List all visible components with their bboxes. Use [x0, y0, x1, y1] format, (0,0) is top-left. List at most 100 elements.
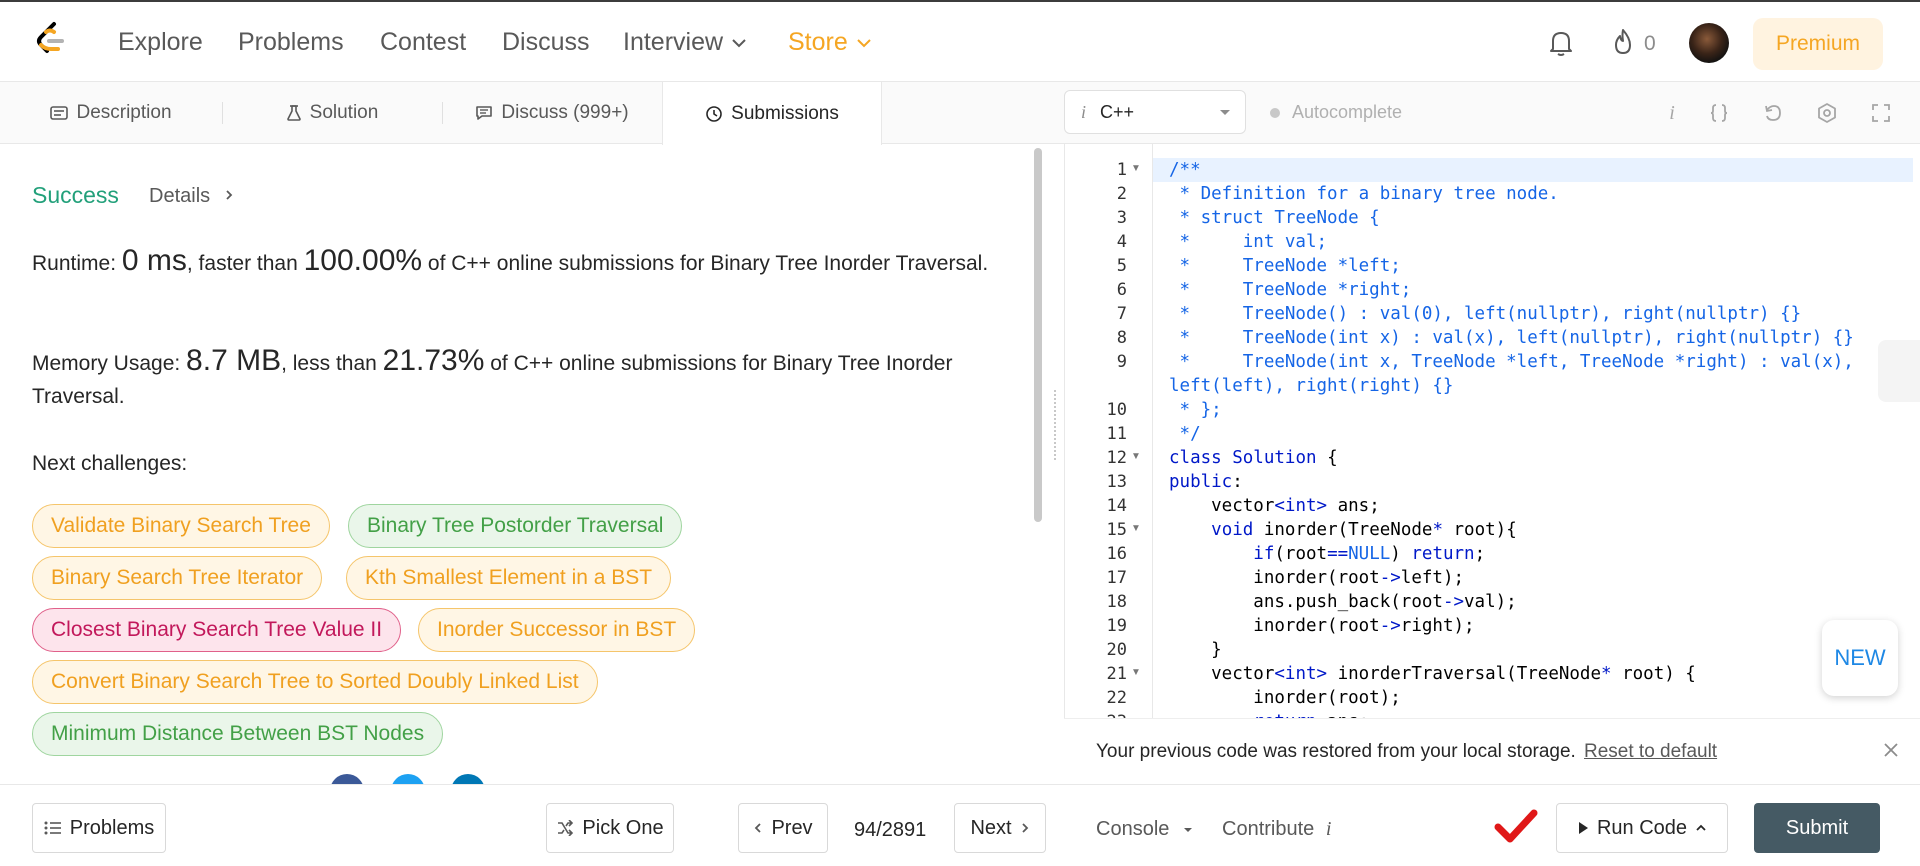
problem-pager: 94/2891	[854, 819, 927, 841]
contribute-link[interactable]: Contribute i	[1222, 818, 1331, 841]
side-drawer-tab[interactable]	[1878, 340, 1920, 402]
streak-count: 0	[1644, 32, 1656, 55]
fold-arrow-icon[interactable]: ▼	[1131, 163, 1141, 174]
nav-store[interactable]: Store	[788, 28, 872, 57]
challenge-chip[interactable]: Closest Binary Search Tree Value II	[32, 608, 402, 652]
nav-explore[interactable]: Explore	[118, 28, 203, 57]
submit-button[interactable]: Submit	[1754, 803, 1880, 853]
runtime-label: Runtime:	[32, 252, 122, 275]
tab-solution[interactable]: Solution	[222, 82, 442, 144]
tab-description-label: Description	[76, 102, 172, 123]
challenge-chip[interactable]: Kth Smallest Element in a BST	[346, 556, 672, 600]
description-icon	[50, 105, 69, 121]
memory-percentile: 21.73%	[382, 344, 485, 377]
memory-mid: , less than	[281, 352, 383, 375]
linkedin-share-icon[interactable]	[451, 774, 485, 784]
line-number: 16	[1106, 544, 1127, 564]
info-icon: i	[1081, 101, 1087, 122]
panel-resize-handle[interactable]	[1054, 390, 1058, 460]
details-label: Details	[149, 185, 211, 207]
code-content[interactable]: /** * Definition for a binary tree node.…	[1153, 158, 1913, 718]
facebook-share-icon[interactable]	[330, 774, 364, 784]
line-number	[1065, 374, 1127, 398]
bell-icon[interactable]	[1548, 29, 1574, 57]
fold-arrow-icon[interactable]: ▼	[1131, 451, 1141, 462]
chevron-up-icon	[1695, 824, 1707, 832]
nav-interview[interactable]: Interview	[623, 28, 747, 57]
fold-arrow-icon[interactable]: ▼	[1131, 667, 1141, 678]
line-number: 22	[1106, 688, 1127, 708]
info-icon[interactable]: i	[1659, 100, 1685, 126]
line-number-gutter: 1▼23456789101112▼131415▼161718192021▼222…	[1065, 144, 1153, 718]
line-number: 13	[1106, 472, 1127, 492]
code-editor[interactable]: 1▼23456789101112▼131415▼161718192021▼222…	[1064, 144, 1920, 718]
format-braces-icon[interactable]	[1706, 100, 1732, 126]
left-panel-scrollbar[interactable]	[1034, 148, 1042, 522]
details-link[interactable]: Details	[149, 185, 234, 208]
problems-list-button[interactable]: Problems	[32, 803, 166, 853]
pick-one-button[interactable]: Pick One	[546, 803, 674, 853]
problems-label: Problems	[69, 816, 155, 839]
leetcode-logo[interactable]	[32, 20, 72, 60]
line-number: 6	[1116, 280, 1127, 300]
next-challenges-title: Next challenges:	[32, 452, 188, 475]
challenge-chip[interactable]: Binary Tree Postorder Traversal	[348, 504, 683, 548]
pick-one-label: Pick One	[582, 816, 664, 839]
avatar[interactable]	[1689, 23, 1729, 63]
challenge-chip[interactable]: Convert Binary Search Tree to Sorted Dou…	[32, 660, 598, 704]
line-number: 3	[1116, 208, 1127, 228]
shuffle-icon	[556, 820, 574, 836]
line-number: 9	[1116, 352, 1127, 372]
reset-to-default-link[interactable]: Reset to default	[1584, 741, 1717, 763]
close-icon[interactable]	[1882, 741, 1900, 759]
settings-icon[interactable]	[1814, 100, 1840, 126]
clock-icon	[705, 105, 723, 123]
autocomplete-toggle[interactable]: Autocomplete	[1270, 102, 1402, 123]
line-number: 23	[1065, 710, 1127, 718]
line-number: 2	[1116, 184, 1127, 204]
run-code-button[interactable]: Run Code	[1556, 803, 1728, 853]
tab-description[interactable]: Description	[0, 82, 222, 144]
line-number: 18	[1106, 592, 1127, 612]
tab-solution-label: Solution	[309, 102, 379, 123]
chevron-right-icon	[226, 190, 232, 200]
tab-discuss[interactable]: Discuss (999+)	[442, 82, 662, 144]
challenge-chip[interactable]: Binary Search Tree Iterator	[32, 556, 323, 600]
premium-button[interactable]: Premium	[1753, 18, 1883, 70]
tab-submissions[interactable]: Submissions	[662, 82, 882, 145]
chevron-right-icon	[1020, 821, 1030, 835]
nav-discuss[interactable]: Discuss	[502, 28, 590, 57]
runtime-result: Runtime: 0 ms, faster than 100.00% of C+…	[32, 244, 1012, 280]
status-success: Success	[32, 182, 119, 208]
twitter-share-icon[interactable]	[391, 774, 425, 784]
chevron-down-icon	[732, 39, 746, 48]
contribute-label: Contribute	[1222, 818, 1315, 840]
line-number: 8	[1116, 328, 1127, 348]
challenge-chip[interactable]: Validate Binary Search Tree	[32, 504, 330, 548]
caret-down-icon	[1220, 110, 1230, 115]
fire-icon[interactable]	[1610, 27, 1636, 57]
language-select[interactable]: i C++	[1064, 90, 1246, 134]
reset-icon[interactable]	[1760, 100, 1786, 126]
line-number: 14	[1106, 496, 1127, 516]
console-label: Console	[1096, 818, 1170, 840]
fullscreen-icon[interactable]	[1868, 100, 1894, 126]
challenge-chip[interactable]: Minimum Distance Between BST Nodes	[32, 712, 444, 756]
console-toggle[interactable]: Console	[1096, 818, 1193, 841]
new-feature-button[interactable]: NEW	[1822, 620, 1898, 696]
nav-problems[interactable]: Problems	[238, 28, 344, 57]
prev-button[interactable]: Prev	[738, 803, 828, 853]
nav-interview-label: Interview	[623, 28, 724, 56]
runtime-mid: , faster than	[186, 252, 304, 275]
line-number: 11	[1106, 424, 1127, 444]
list-icon	[44, 821, 62, 835]
memory-result: Memory Usage: 8.7 MB, less than 21.73% o…	[32, 344, 1012, 413]
challenge-chip[interactable]: Inorder Successor in BST	[418, 608, 696, 652]
submission-result-panel: Success Details Runtime: 0 ms, faster th…	[0, 144, 1032, 784]
prev-label: Prev	[771, 816, 813, 839]
chevron-left-icon	[753, 821, 763, 835]
nav-contest[interactable]: Contest	[380, 28, 466, 57]
autocomplete-indicator	[1270, 107, 1280, 118]
next-button[interactable]: Next	[954, 803, 1046, 853]
fold-arrow-icon[interactable]: ▼	[1131, 523, 1141, 534]
